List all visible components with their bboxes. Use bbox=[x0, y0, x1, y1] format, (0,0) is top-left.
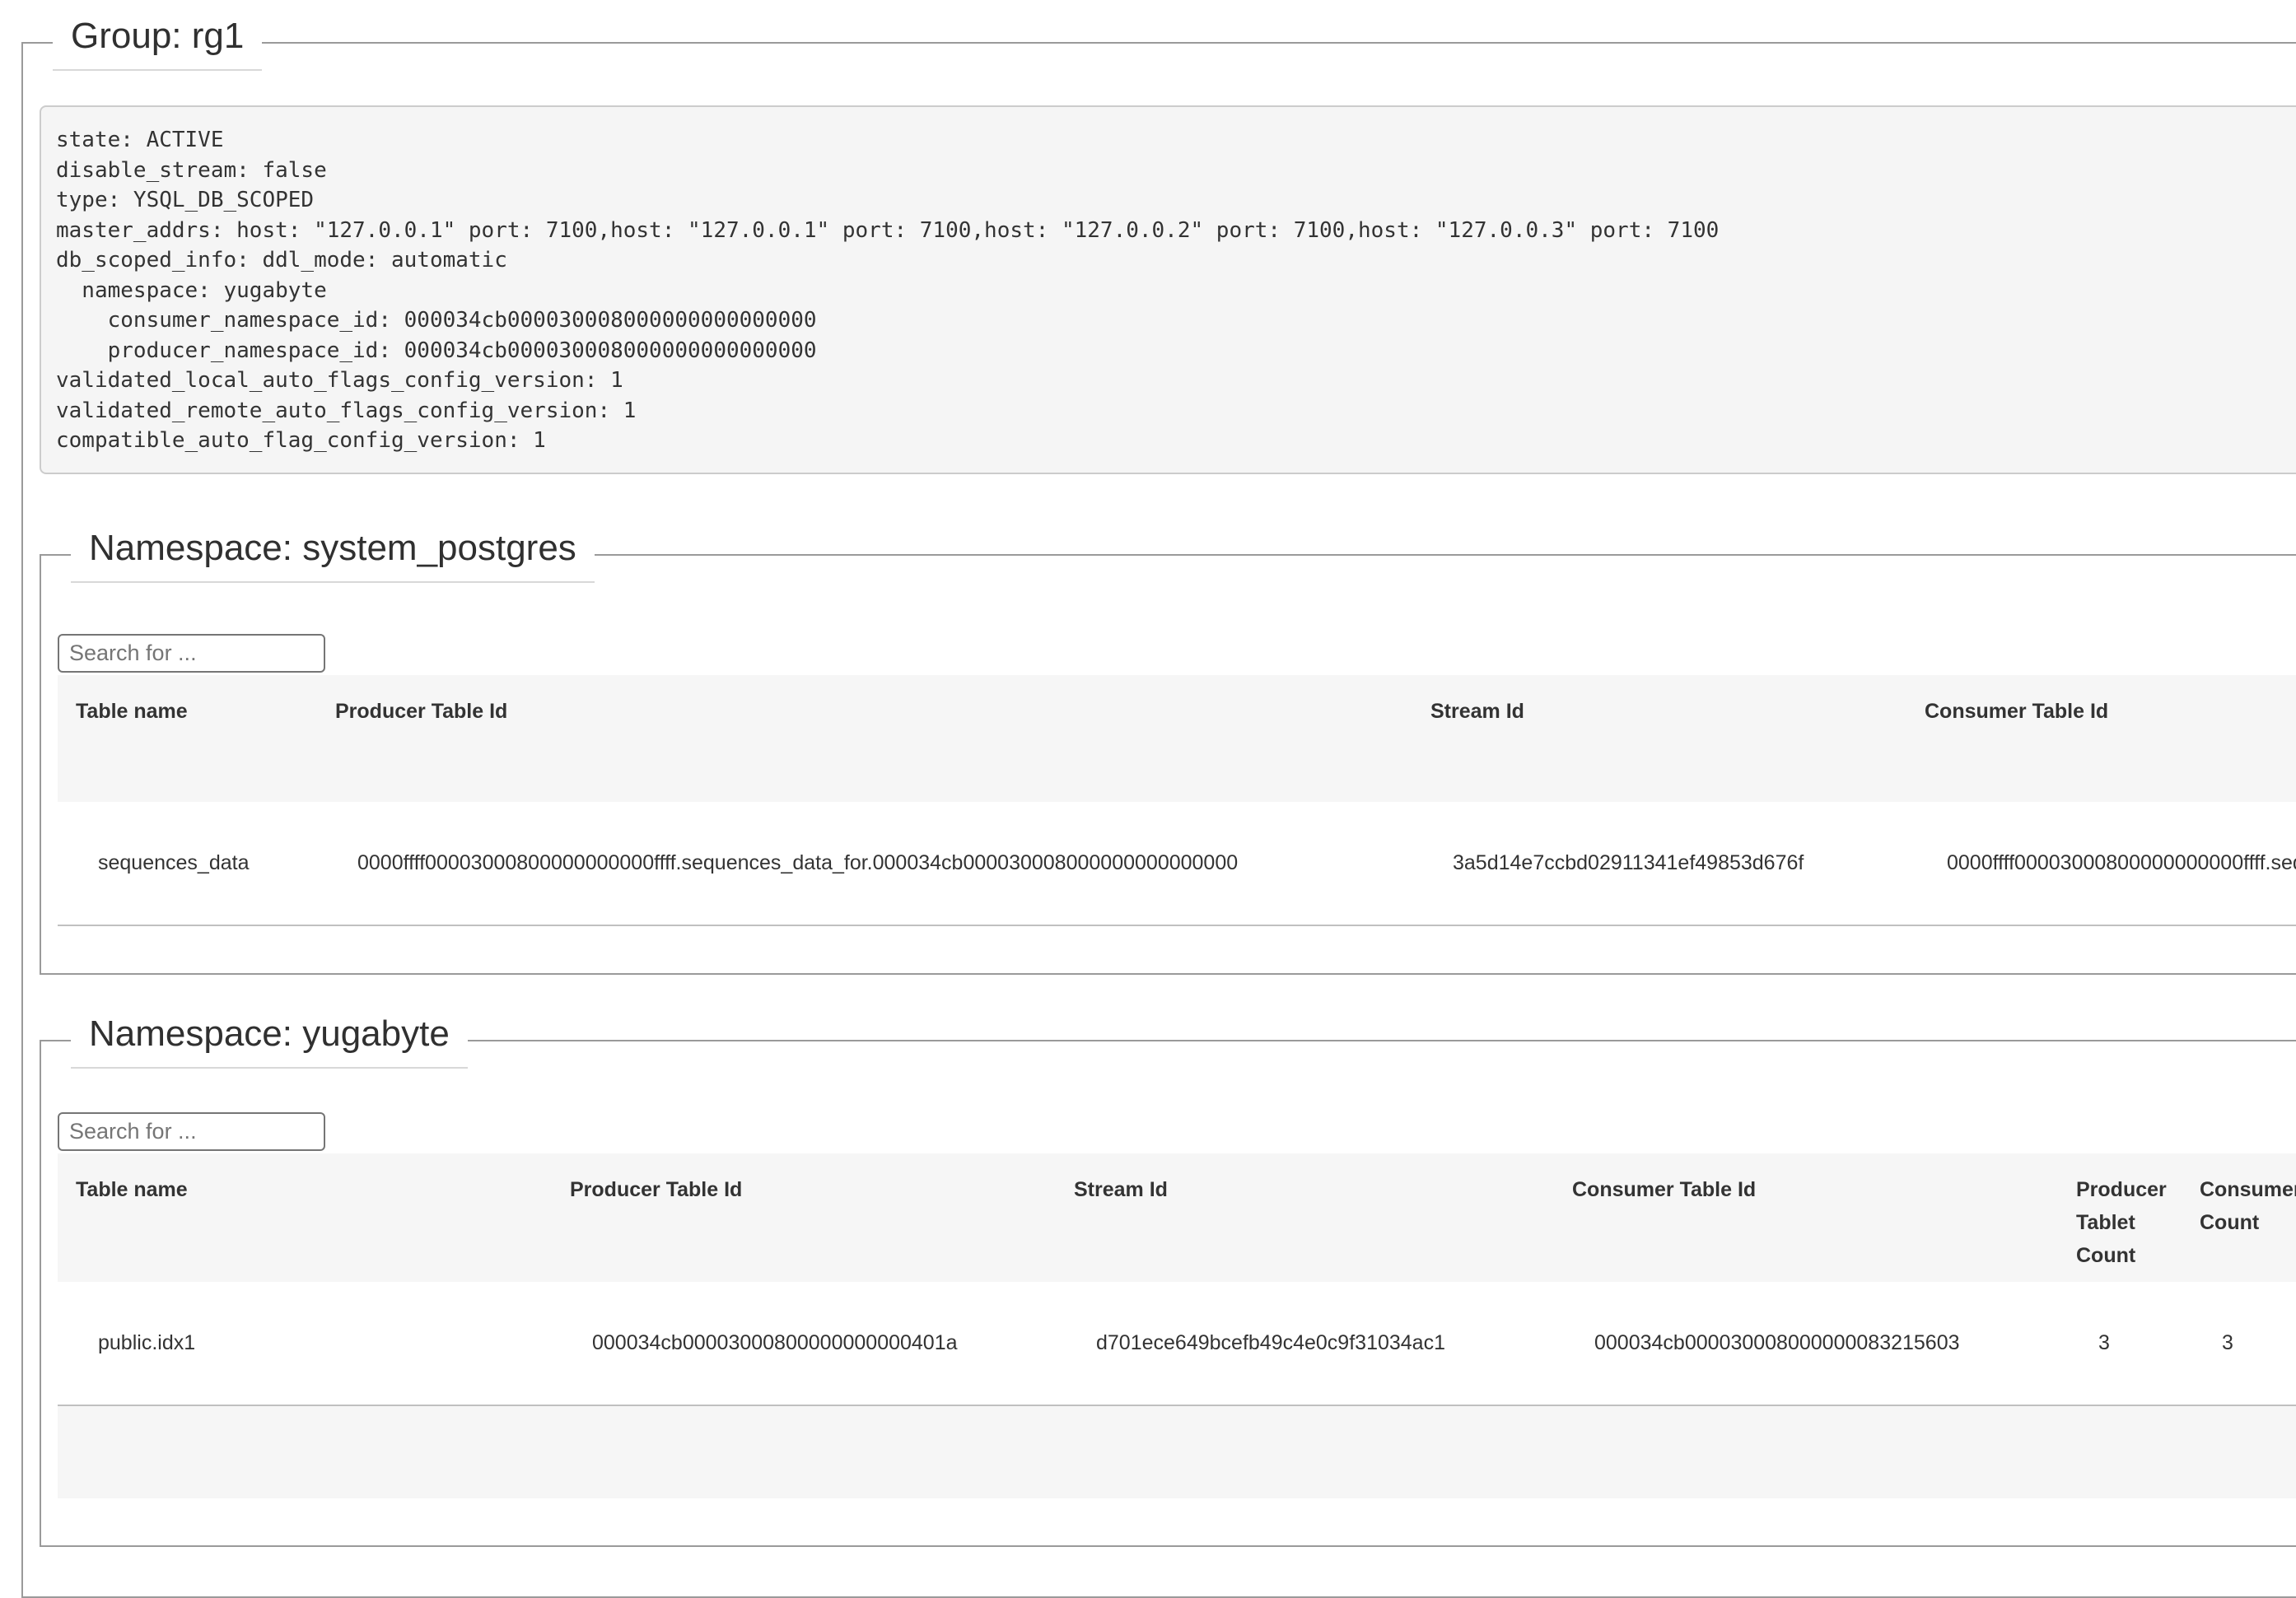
col-header-producer-table-id[interactable]: Producer Table Id bbox=[552, 1153, 1056, 1282]
table-header-row: Table name Producer Table Id Stream Id C… bbox=[58, 675, 2296, 802]
col-header-consumer-table-id[interactable]: Consumer Table Id bbox=[1906, 675, 2296, 802]
table-row-partial bbox=[58, 1405, 2296, 1498]
group-legend: Group: rg1 bbox=[53, 15, 262, 71]
col-header-table-name[interactable]: Table name bbox=[58, 675, 317, 802]
cell-producer-tablet-count bbox=[2058, 1405, 2182, 1498]
col-header-consumer-tablet-count[interactable]: Consumer Tablet Count bbox=[2182, 1153, 2296, 1282]
cell-producer-table-id bbox=[552, 1405, 1056, 1498]
namespace-section-system-postgres: Namespace: system_postgres Table name Pr… bbox=[40, 527, 2296, 975]
col-header-stream-id[interactable]: Stream Id bbox=[1056, 1153, 1554, 1282]
xcluster-page: Group: rg1 state: ACTIVE disable_stream:… bbox=[0, 15, 2296, 1598]
search-input[interactable] bbox=[58, 1112, 325, 1151]
cell-consumer-table-id: 0000ffff00003000800000000000ffff.sequenc… bbox=[1906, 802, 2296, 925]
cell-consumer-table-id: 000034cb000030008000000083215603 bbox=[1554, 1282, 2058, 1405]
namespace-legend: Namespace: system_postgres bbox=[71, 527, 595, 583]
cell-consumer-table-id bbox=[1554, 1405, 2058, 1498]
cell-table-name: public.idx1 bbox=[58, 1282, 552, 1405]
col-header-stream-id[interactable]: Stream Id bbox=[1412, 675, 1906, 802]
cell-producer-table-id: 000034cb00003000800000000000401a bbox=[552, 1282, 1056, 1405]
cell-stream-id bbox=[1056, 1405, 1554, 1498]
cell-stream-id: 3a5d14e7ccbd02911341ef49853d676f bbox=[1412, 802, 1906, 925]
replication-group-section: Group: rg1 state: ACTIVE disable_stream:… bbox=[21, 15, 2296, 1598]
table-header-row: Table name Producer Table Id Stream Id C… bbox=[58, 1153, 2296, 1282]
search-input[interactable] bbox=[58, 634, 325, 673]
cell-producer-tablet-count: 3 bbox=[2058, 1282, 2182, 1405]
cell-producer-table-id: 0000ffff00003000800000000000ffff.sequenc… bbox=[317, 802, 1412, 925]
cell-stream-id: d701ece649bcefb49c4e0c9f31034ac1 bbox=[1056, 1282, 1554, 1405]
replication-tables-table: Table name Producer Table Id Stream Id C… bbox=[58, 675, 2296, 926]
cell-consumer-tablet-count: 3 bbox=[2182, 1282, 2296, 1405]
replication-tables-table: Table name Producer Table Id Stream Id C… bbox=[58, 1153, 2296, 1498]
replication-group-config-text: state: ACTIVE disable_stream: false type… bbox=[40, 105, 2296, 474]
col-header-producer-tablet-count[interactable]: Producer Tablet Count bbox=[2058, 1153, 2182, 1282]
namespace-section-yugabyte: Namespace: yugabyte Table name Producer … bbox=[40, 1013, 2296, 1547]
table-row: sequences_data 0000ffff00003000800000000… bbox=[58, 802, 2296, 925]
table-row: public.idx1 000034cb00003000800000000000… bbox=[58, 1282, 2296, 1405]
cell-table-name bbox=[58, 1405, 552, 1498]
col-header-consumer-table-id[interactable]: Consumer Table Id bbox=[1554, 1153, 2058, 1282]
namespace-legend: Namespace: yugabyte bbox=[71, 1013, 468, 1069]
cell-table-name: sequences_data bbox=[58, 802, 317, 925]
cell-consumer-tablet-count bbox=[2182, 1405, 2296, 1498]
col-header-table-name[interactable]: Table name bbox=[58, 1153, 552, 1282]
col-header-producer-table-id[interactable]: Producer Table Id bbox=[317, 675, 1412, 802]
